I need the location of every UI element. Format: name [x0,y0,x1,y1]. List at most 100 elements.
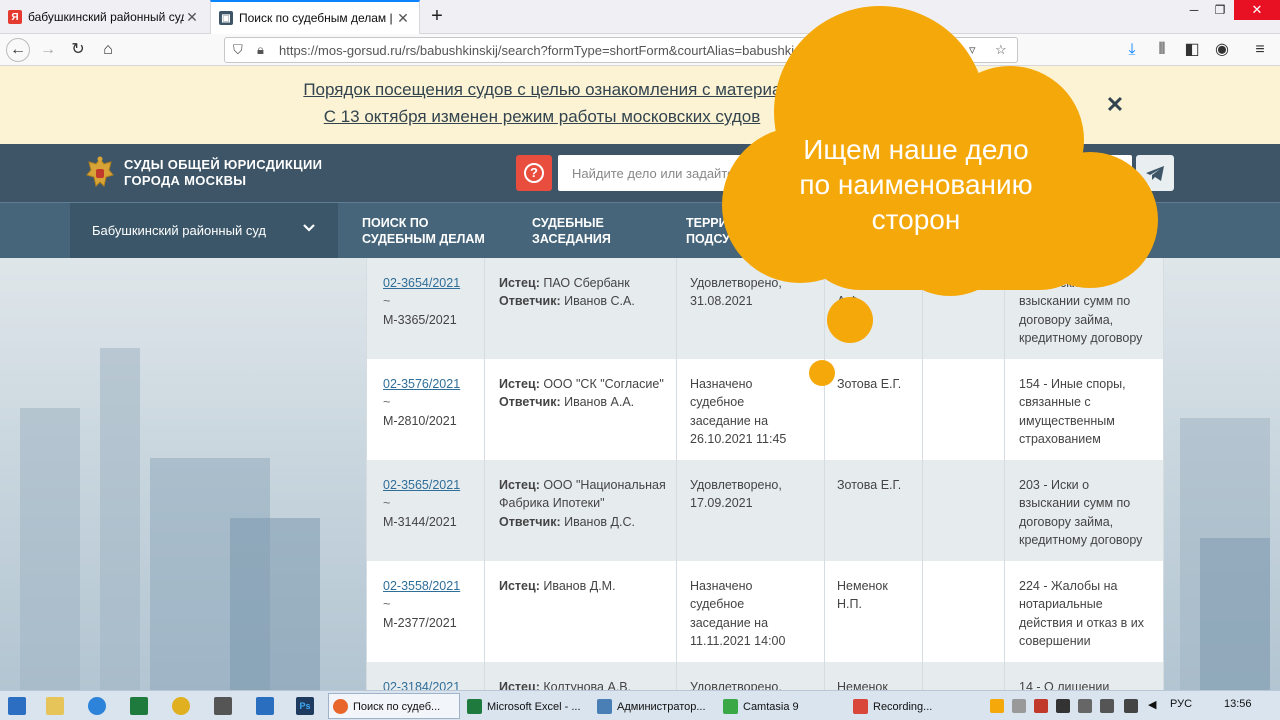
windows-taskbar: Ps Поиск по судеб... Microsoft Excel - .… [0,690,1280,720]
plaintiff-name: Колтунова А.В. [539,680,632,690]
taskbar-task-admin[interactable]: Администратор... [592,693,716,719]
plaintiff-label: Истец: [499,680,540,690]
case-number-cell: 02-3558/2021 ~ М-2377/2021 [383,577,483,632]
case-separator: ~ [383,294,391,309]
callout-line: сторон [871,204,961,235]
account-icon[interactable]: ◉ [1210,38,1234,62]
site-title-line: СУДЫ ОБЩЕЙ ЮРИСДИКЦИИ [124,157,323,172]
case-separator: ~ [383,496,391,511]
tray-icon[interactable] [1012,699,1026,713]
menu-icon[interactable]: ≡ [1248,38,1272,62]
reload-icon[interactable]: ↻ [66,38,90,62]
callout-text: Ищем наше дело по наименованию сторон [736,132,1096,237]
nav-label: ПОИСК ПО [362,216,429,230]
category-text: взыскании сумм по [1019,496,1131,511]
clock[interactable]: 13:56 [1224,698,1252,710]
taskbar-task-camtasia[interactable]: Camtasia 9 [718,693,846,719]
minimize-icon[interactable]: ─ [1180,0,1208,20]
question-icon: ? [524,163,544,183]
taskbar-task-recording[interactable]: Recording... [848,693,976,719]
category-cell: 14 - О лишении [1019,678,1155,690]
case-number-link[interactable]: 02-3576/2021 [383,375,483,393]
network-icon[interactable] [1100,699,1114,713]
plaintiff-name: Иванов Д.М. [539,579,616,593]
material-number: М-3144/2021 [383,514,457,529]
category-text: страхованием [1019,431,1101,446]
tray-icon[interactable] [1056,699,1070,713]
internet-explorer-icon[interactable] [88,697,106,715]
category-cell: 224 - Жалобы на нотариальные действия и … [1019,577,1155,650]
forward-icon[interactable]: → [36,38,60,62]
defendant-label: Ответчик: [499,395,561,410]
close-icon[interactable]: ✕ [395,10,411,27]
new-tab-icon[interactable]: + [426,5,448,27]
excel-icon [467,699,482,714]
nav-case-search[interactable]: ПОИСК ПО СУДЕБНЫМ ДЕЛАМ [362,215,485,247]
photoshop-icon[interactable]: Ps [296,697,314,715]
nav-label: СУДЕБНЫЕ [532,216,604,230]
language-indicator[interactable]: РУС [1170,698,1192,710]
status-cell: Назначено судебное заседание на 11.11.20… [690,577,812,650]
close-icon[interactable]: ✕ [184,9,200,26]
tray-pen-icon[interactable] [990,699,1004,713]
tab-title: Поиск по судебным делам | В [239,11,395,25]
shield-icon[interactable]: ⛉ [233,42,243,58]
site-title[interactable]: СУДЫ ОБЩЕЙ ЮРИСДИКЦИИ ГОРОДА МОСКВЫ [124,157,322,189]
back-icon[interactable]: ← [6,38,30,62]
help-button[interactable]: ? [516,155,552,191]
parties-cell: Истец: ООО "Национальная Фабрика Ипотеки… [499,476,669,531]
defendant-label: Ответчик: [499,294,561,309]
sidebar-icon[interactable]: ◧ [1180,38,1204,62]
nav-label: СУДЕБНЫМ ДЕЛАМ [362,232,485,246]
window-close-icon[interactable]: ✕ [1234,0,1280,20]
status-text: 17.09.2021 [690,496,753,511]
case-number-link[interactable]: 02-3184/2021 [383,678,483,690]
table-row: 02-3565/2021 ~ М-3144/2021 Истец: ООО "Н… [367,460,1163,561]
terminal-icon[interactable] [214,697,232,715]
defendant-name: Иванов Д.С. [560,514,635,529]
maximize-icon[interactable]: ❐ [1206,0,1234,20]
category-text: совершении [1019,633,1091,648]
case-number-link[interactable]: 02-3558/2021 [383,577,483,595]
status-text: 26.10.2021 11:45 [690,431,787,446]
callout-line: по наименованию [799,169,1033,200]
coat-of-arms-icon[interactable] [84,155,116,191]
court-selector[interactable]: Бабушкинский районный суд [70,203,338,259]
case-number-link[interactable]: 02-3654/2021 [383,274,483,292]
court-site-icon: ▣ [219,11,233,25]
taskbar-task-excel[interactable]: Microsoft Excel - ... [462,693,590,719]
tab-yandex-search[interactable]: Я бабушкинский районный суд ✕ [0,0,208,34]
tray-icon[interactable] [1078,699,1092,713]
category-text: имущественным [1019,413,1115,428]
status-cell: Удовлетворено, 17.09.2021 [690,476,812,513]
table-row: 02-3558/2021 ~ М-2377/2021 Истец: Иванов… [367,561,1163,662]
volume-icon[interactable]: ◀︎ [1148,698,1156,711]
firefox-icon [333,699,348,714]
file-explorer-icon[interactable] [46,697,64,715]
tray-icon[interactable] [1034,699,1048,713]
lock-icon[interactable]: 🔒︎ [257,42,264,58]
tray-icon[interactable] [1124,699,1138,713]
tab-court-search[interactable]: ▣ Поиск по судебным делам | В ✕ [210,0,420,34]
judge-name: Н.П. [837,597,862,612]
chrome-icon[interactable] [172,697,190,715]
parties-cell: Истец: Колтунова А.В. [499,678,669,690]
nav-court-sessions[interactable]: СУДЕБНЫЕ ЗАСЕДАНИЯ [532,215,611,247]
case-number-cell: 02-3576/2021 ~ М-2810/2021 [383,375,483,430]
task-label: Поиск по судеб... [353,701,441,713]
material-number: М-3365/2021 [383,312,457,327]
category-text: 203 - Иски о [1019,478,1090,492]
parties-cell: Истец: ПАО Сбербанк Ответчик: Иванов С.А… [499,274,669,311]
home-icon[interactable]: ⌂ [96,38,120,62]
judge-name: Неменок [837,579,888,593]
case-number-link[interactable]: 02-3565/2021 [383,476,483,494]
case-separator: ~ [383,395,391,410]
judge-cell: Зотова Е.Г. [837,476,923,494]
status-text: заседание на [690,615,769,630]
start-icon[interactable] [8,697,26,715]
taskbar-task-firefox[interactable]: Поиск по судеб... [328,693,460,719]
site-title-line: ГОРОДА МОСКВЫ [124,173,247,188]
defendant-name: Иванов С.А. [560,294,635,309]
outlook-icon[interactable] [256,697,274,715]
excel-icon[interactable] [130,697,148,715]
